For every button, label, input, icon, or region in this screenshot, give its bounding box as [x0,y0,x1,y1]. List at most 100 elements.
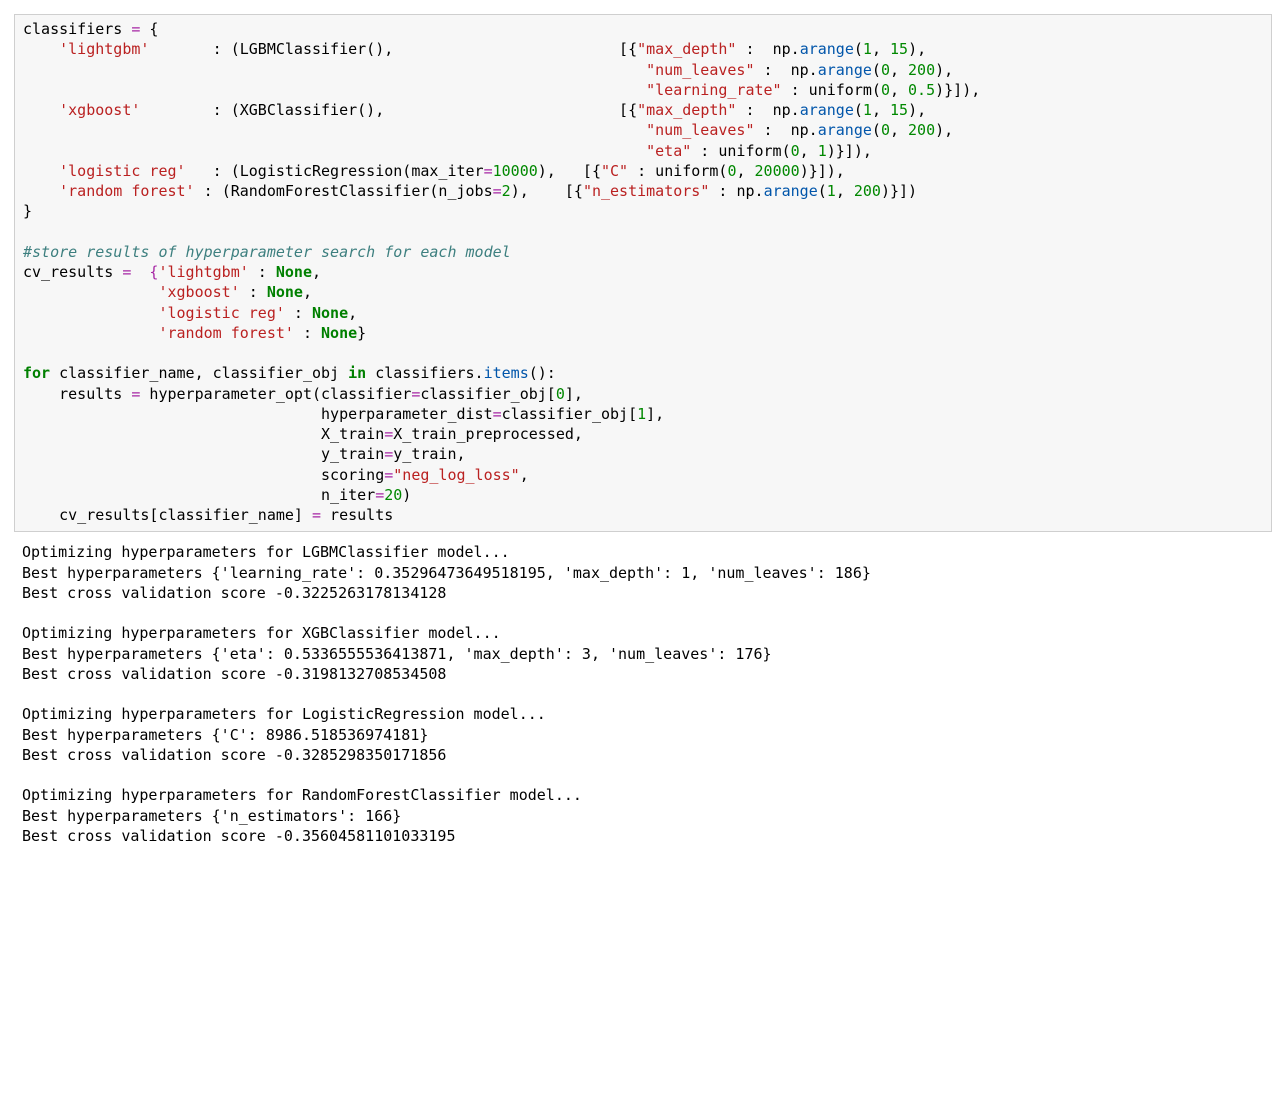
method-items: items [484,364,529,382]
pad [23,425,321,443]
str-maxdepth: "max_depth" [637,101,736,119]
num: 0 [881,61,890,79]
num: 0 [791,142,800,160]
none: None [267,283,303,301]
keyword-in: in [348,364,366,382]
colon: : [204,162,231,180]
num: 0 [727,162,736,180]
pad: [{ [393,40,637,58]
num: 0 [556,385,565,403]
op-equal: = [312,506,321,524]
pad [23,405,321,423]
num: 0 [881,121,890,139]
str-logreg: 'logistic reg' [158,304,284,322]
colon: : [204,40,231,58]
num: 0.5 [908,81,935,99]
code-cell: classifiers = { 'lightgbm' : (LGBMClassi… [14,14,1272,532]
code-text: cv_results [23,263,122,281]
num: 1 [818,142,827,160]
op-equal: = [384,425,393,443]
str-c: "C" [601,162,628,180]
str-xgboost: 'xgboost' [59,101,140,119]
pad [149,40,203,58]
str-eta: "eta" [646,142,691,160]
brace: { [140,20,158,38]
method-arange: arange [764,182,818,200]
pad [23,101,59,119]
comment: #store results of hyperparameter search … [23,243,511,261]
str-numleaves: "num_leaves" [646,121,754,139]
str-nest: "n_estimators" [583,182,709,200]
colon: : [195,182,222,200]
pad: [{ [384,101,637,119]
str-xgboost: 'xgboost' [158,283,239,301]
str-maxdepth: "max_depth" [637,40,736,58]
method-arange: arange [800,40,854,58]
pad [23,182,59,200]
code-text: : np. [736,40,799,58]
code-text: classifier_name, classifier_obj [50,364,348,382]
method-arange: arange [818,61,872,79]
pad [23,142,646,160]
op-equal: = [384,466,393,484]
str-nll: "neg_log_loss" [393,466,519,484]
num: 10000 [493,162,538,180]
pad [23,81,646,99]
str-rf: 'random forest' [158,324,293,342]
num: 1 [863,101,872,119]
code-text: cv_results[classifier_name] [23,506,312,524]
code-text: : np. [755,61,818,79]
none: None [312,304,348,322]
str-lr: "learning_rate" [646,81,781,99]
op-equal: = [484,162,493,180]
num: 0 [881,81,890,99]
method-arange: arange [818,121,872,139]
op-equal: = [375,486,384,504]
num: 200 [908,61,935,79]
op-equal: = { [122,263,158,281]
pad [23,121,646,139]
code-text: ), [{ [538,162,601,180]
code-text: y_train [321,445,384,463]
pad [23,466,321,484]
code-text: : uniform( [691,142,790,160]
code-text: (LGBMClassifier(), [231,40,394,58]
num: 20 [384,486,402,504]
none: None [321,324,357,342]
code-text: (LogisticRegression(max_iter [231,162,484,180]
code-text: : np. [755,121,818,139]
op-equal: = [384,445,393,463]
pad [23,40,59,58]
keyword-for: for [23,364,50,382]
pad [140,101,203,119]
num: 15 [890,40,908,58]
code-text: n_iter [321,486,375,504]
output-cell: Optimizing hyperparameters for LGBMClass… [14,540,1272,848]
code-text: y_train, [393,445,465,463]
pad [23,486,321,504]
num: 200 [854,182,881,200]
pad [23,162,59,180]
op-equal: = [493,405,502,423]
num: 20000 [755,162,800,180]
str-lightgbm: 'lightgbm' [59,40,149,58]
code-text: X_train [321,425,384,443]
code-text: classifiers. [366,364,483,382]
code-text: : uniform( [782,81,881,99]
code-text: scoring [321,466,384,484]
num: 2 [502,182,511,200]
code-text: results [321,506,393,524]
str-logreg: 'logistic reg' [59,162,185,180]
code-text: classifier_obj[ [420,385,555,403]
none: None [276,263,312,281]
num: 1 [637,405,646,423]
code-text: hyperparameter_opt(classifier [140,385,411,403]
code-text: hyperparameter_dist [321,405,493,423]
pad [23,445,321,463]
num: 1 [863,40,872,58]
num: 200 [908,121,935,139]
num: 15 [890,101,908,119]
num: 1 [827,182,836,200]
code-text: : uniform( [628,162,727,180]
colon: : [204,101,231,119]
